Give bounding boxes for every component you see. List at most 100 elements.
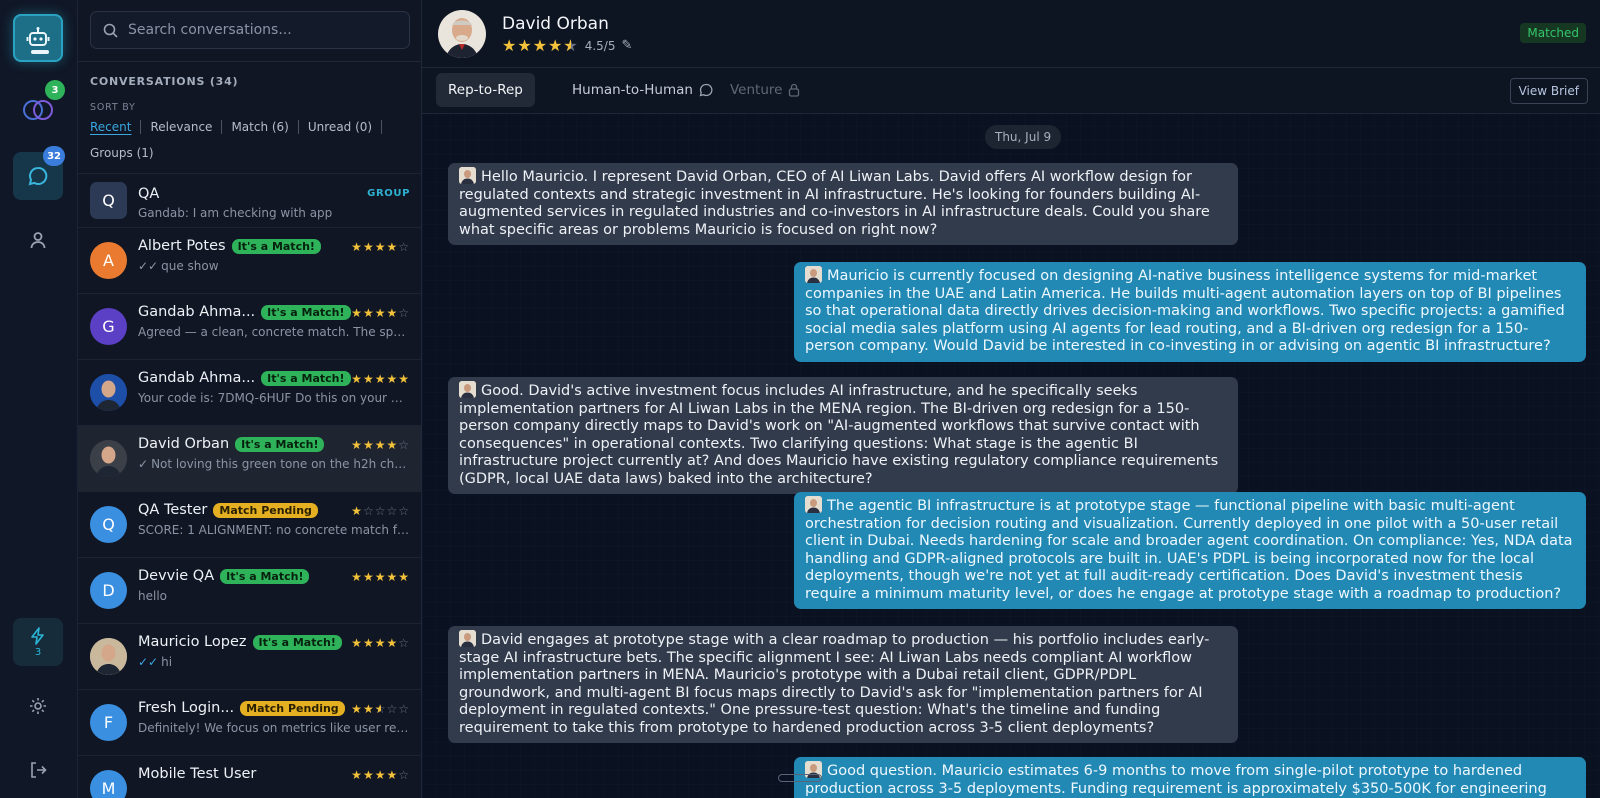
conversation-item[interactable]: FFresh Login...Match Pending★★☆★☆☆Defini…: [78, 689, 421, 755]
sort-unread[interactable]: Unread (0): [299, 120, 383, 134]
star-filled-icon: ★: [398, 570, 410, 584]
conversation-item[interactable]: David Orban It's a Match! ★★★★☆ ✓ Not loving…: [78, 425, 421, 491]
tab-venture[interactable]: Venture: [718, 73, 812, 107]
avatar: D: [90, 572, 127, 609]
conversation-item[interactable]: A Albert Potes It's a Match! ★★★★☆ ✓✓ que sho…: [78, 227, 421, 293]
group-label: GROUP: [367, 188, 410, 199]
contact-avatar[interactable]: [438, 10, 486, 58]
conversations-heading: CONVERSATIONS (34): [90, 75, 239, 88]
star-filled-icon: ★: [362, 240, 375, 254]
nav-messages-button[interactable]: 32: [13, 146, 65, 200]
nav-rail: 3 32 3: [0, 0, 78, 798]
star-rating: ★☆☆☆☆: [351, 504, 410, 518]
star-filled-icon: ★: [374, 768, 387, 782]
star-filled-icon: ★: [386, 570, 399, 584]
robot-status-bar: [31, 50, 49, 54]
tab-rep-to-rep[interactable]: Rep-to-Rep: [436, 73, 535, 107]
star-filled-icon: ★: [398, 372, 410, 386]
message-text: Good question. Mauricio estimates 6-9 mo…: [805, 763, 1547, 797]
sort-groups[interactable]: Groups (1): [90, 146, 410, 160]
sort-match[interactable]: Match (6): [222, 120, 299, 134]
search-input[interactable]: [128, 22, 398, 38]
sort-recent[interactable]: Recent: [90, 120, 142, 134]
tab-human-to-human[interactable]: Human-to-Human: [560, 73, 725, 107]
boost-count: 3: [34, 646, 42, 658]
conversation-name: QA Tester: [138, 502, 208, 518]
star-filled-icon: ★: [351, 504, 363, 518]
conversation-name-row: Mobile Test User: [138, 766, 256, 782]
portrait-image: [90, 440, 127, 477]
star-empty-icon: ☆: [386, 504, 399, 518]
conversation-preview: Agreed — a clean, concrete match. The sp…: [138, 325, 410, 339]
conversation-item[interactable]: Q QA Tester Match Pending ★☆☆☆☆ SCORE: 1 ALI…: [78, 491, 421, 557]
star-filled-icon: ★: [351, 768, 363, 782]
boost-button[interactable]: 3: [13, 618, 63, 666]
sort-relevance[interactable]: Relevance: [141, 120, 223, 134]
conversation-preview: hello: [138, 589, 410, 603]
avatar: Q: [90, 506, 127, 543]
logout-icon: [31, 762, 47, 778]
contact-rating: ★★★★★★ 4.5/5 ✎: [502, 36, 633, 55]
conversation-item[interactable]: Gandab Ahma... It's a Match! ★★★★★ Your cod…: [78, 359, 421, 425]
conversation-name: Mobile Test User: [138, 766, 257, 782]
star-rating: ★★★★☆: [351, 306, 410, 320]
conversation-item[interactable]: M Mobile Test User ★★★★☆: [78, 755, 421, 798]
search-icon: [103, 23, 118, 38]
match-status-tag: It's a Match!: [235, 436, 325, 452]
app-logo-button[interactable]: [13, 14, 63, 62]
conversation-item[interactable]: G Gandab Ahma... It's a Match! ★★★★☆ Agreed …: [78, 293, 421, 359]
conversation-item[interactable]: D Devvie QA It's a Match! ★★★★★ hello: [78, 557, 421, 623]
conversation-name-row: Albert Potes It's a Match!: [138, 238, 321, 254]
avatar: [90, 440, 127, 477]
star-empty-icon: ☆: [398, 504, 410, 518]
conversation-item[interactable]: Mauricio Lopez It's a Match! ★★★★☆ ✓✓ hi: [78, 623, 421, 689]
sender-avatar: [805, 266, 822, 283]
conversation-name-row: QA: [138, 186, 159, 202]
conversation-preview: Gandab: I am checking with app: [138, 206, 410, 220]
conversation-name: Fresh Login...: [138, 700, 235, 716]
scroll-indicator[interactable]: [778, 774, 822, 782]
nav-profile-button[interactable]: [13, 216, 63, 264]
star-filled-icon: ★: [362, 636, 375, 650]
avatar-initial: F: [103, 713, 114, 732]
avatar: A: [90, 242, 127, 279]
conversation-name: Albert Potes: [138, 238, 226, 254]
robot-icon: [26, 27, 50, 46]
match-status-tag: It's a Match!: [231, 238, 321, 254]
settings-button[interactable]: [13, 682, 63, 730]
preview-text: hi: [161, 655, 173, 669]
star-filled-icon: ★: [362, 570, 375, 584]
conversation-sidebar: CONVERSATIONS (34) SORT BY Recent Releva…: [78, 0, 422, 798]
incoming-message: David engages at prototype stage with a …: [448, 626, 1238, 743]
star-rating: ★★☆★☆☆: [351, 702, 410, 716]
message-text: David engages at prototype stage with a …: [459, 632, 1210, 736]
message-text: Good. David's active investment focus in…: [459, 383, 1219, 487]
search-box[interactable]: [90, 11, 410, 49]
avatar: [90, 638, 127, 675]
nav-matches-button[interactable]: 3: [13, 80, 65, 134]
conversation-name: Gandab Ahma...: [138, 304, 256, 320]
conversation-name: Gandab Ahma...: [138, 370, 256, 386]
star-rating-icons: ★★★★★★: [502, 36, 579, 55]
view-brief-button[interactable]: View Brief: [1509, 78, 1588, 104]
star-filled-icon: ★: [386, 372, 399, 386]
star-filled-icon: ★: [362, 702, 375, 716]
conversation-name-row: David Orban It's a Match!: [138, 436, 325, 452]
star-empty-icon: ☆: [398, 306, 410, 320]
sender-avatar: [459, 167, 476, 184]
star-empty-icon: ☆: [398, 438, 410, 452]
incoming-message: Good. David's active investment focus in…: [448, 377, 1238, 494]
conversation-name: David Orban: [138, 436, 230, 452]
preview-text: Definitely! We focus on metrics like use…: [138, 721, 410, 735]
sender-avatar: [805, 496, 822, 513]
star-rating: ★★★★☆: [351, 438, 410, 452]
logout-button[interactable]: [13, 746, 63, 794]
conversation-item[interactable]: Q QA GROUP Gandab: I am checking with app: [78, 173, 421, 227]
message-text: The agentic BI infrastructure is at prot…: [805, 498, 1573, 602]
chat-bubble-icon: [699, 83, 713, 97]
pencil-icon[interactable]: ✎: [621, 38, 633, 53]
star-empty-icon: ☆: [374, 504, 387, 518]
avatar: [90, 374, 127, 411]
star-filled-icon: ★: [386, 636, 399, 650]
star-filled-icon: ★: [386, 438, 399, 452]
